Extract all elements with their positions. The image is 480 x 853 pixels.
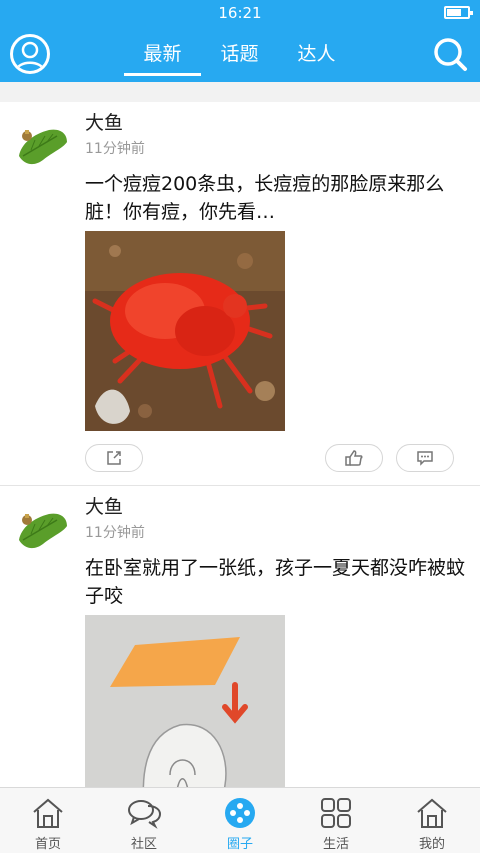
tab-latest[interactable]: 最新 xyxy=(124,26,201,82)
post-actions xyxy=(0,444,480,474)
tabbar-label: 社区 xyxy=(130,837,157,852)
tabbar-label: 首页 xyxy=(34,837,61,852)
author-name[interactable]: 大鱼 xyxy=(85,108,123,135)
header-tabs: 最新 话题 达人 xyxy=(124,26,355,82)
share-button[interactable] xyxy=(85,444,143,472)
bottom-tab-bar: 首页 社区 圈子 生活 我的 xyxy=(0,787,480,853)
share-icon xyxy=(107,451,121,465)
battery-icon xyxy=(444,6,473,19)
post-time: 11分钟前 xyxy=(85,141,145,157)
author-avatar[interactable] xyxy=(13,500,69,556)
home-icon xyxy=(417,798,447,828)
status-bar: 16:21 xyxy=(0,0,480,26)
user-icon[interactable] xyxy=(10,34,50,74)
post-title[interactable]: 在卧室就用了一张纸，孩子一夏天都没咋被蚊子咬 xyxy=(85,554,465,610)
author-avatar[interactable] xyxy=(13,116,69,172)
tabbar-label: 圈子 xyxy=(226,837,253,852)
feed-list: 大鱼 11分钟前 一个痘痘200条虫，长痘痘的那脸原来那么脏！你有痘，你先看… xyxy=(0,82,480,787)
tabbar-label: 生活 xyxy=(322,837,349,852)
tabbar-label: 我的 xyxy=(418,837,445,852)
author-name[interactable]: 大鱼 xyxy=(85,492,123,519)
search-icon[interactable] xyxy=(430,34,470,74)
grid-icon xyxy=(321,798,351,828)
home-icon xyxy=(33,798,63,828)
status-time: 16:21 xyxy=(218,4,262,22)
tabbar-item-community[interactable]: 社区 xyxy=(96,788,192,853)
tabbar-item-home[interactable]: 首页 xyxy=(0,788,96,853)
tabbar-item-mine[interactable]: 我的 xyxy=(384,788,480,853)
post-title[interactable]: 一个痘痘200条虫，长痘痘的那脸原来那么脏！你有痘，你先看… xyxy=(85,170,465,226)
tab-experts[interactable]: 达人 xyxy=(278,26,355,82)
tabbar-item-life[interactable]: 生活 xyxy=(288,788,384,853)
like-button[interactable] xyxy=(325,444,383,472)
post-image[interactable] xyxy=(85,231,285,431)
tab-topics[interactable]: 话题 xyxy=(201,26,278,82)
post-card[interactable]: 大鱼 11分钟前 一个痘痘200条虫，长痘痘的那脸原来那么脏！你有痘，你先看… xyxy=(0,102,480,485)
feed-top-gap xyxy=(0,82,480,102)
thumbs-up-icon xyxy=(345,450,363,466)
post-card[interactable]: 大鱼 11分钟前 在卧室就用了一张纸，孩子一夏天都没咋被蚊子咬 xyxy=(0,486,480,787)
tabbar-item-circle[interactable]: 圈子 xyxy=(192,788,288,853)
post-time: 11分钟前 xyxy=(85,525,145,541)
comment-icon xyxy=(417,451,433,466)
chat-icon xyxy=(128,800,162,829)
circle-icon xyxy=(225,798,255,828)
top-header: 最新 话题 达人 xyxy=(0,26,480,82)
comment-button[interactable] xyxy=(396,444,454,472)
post-image[interactable] xyxy=(85,615,285,787)
